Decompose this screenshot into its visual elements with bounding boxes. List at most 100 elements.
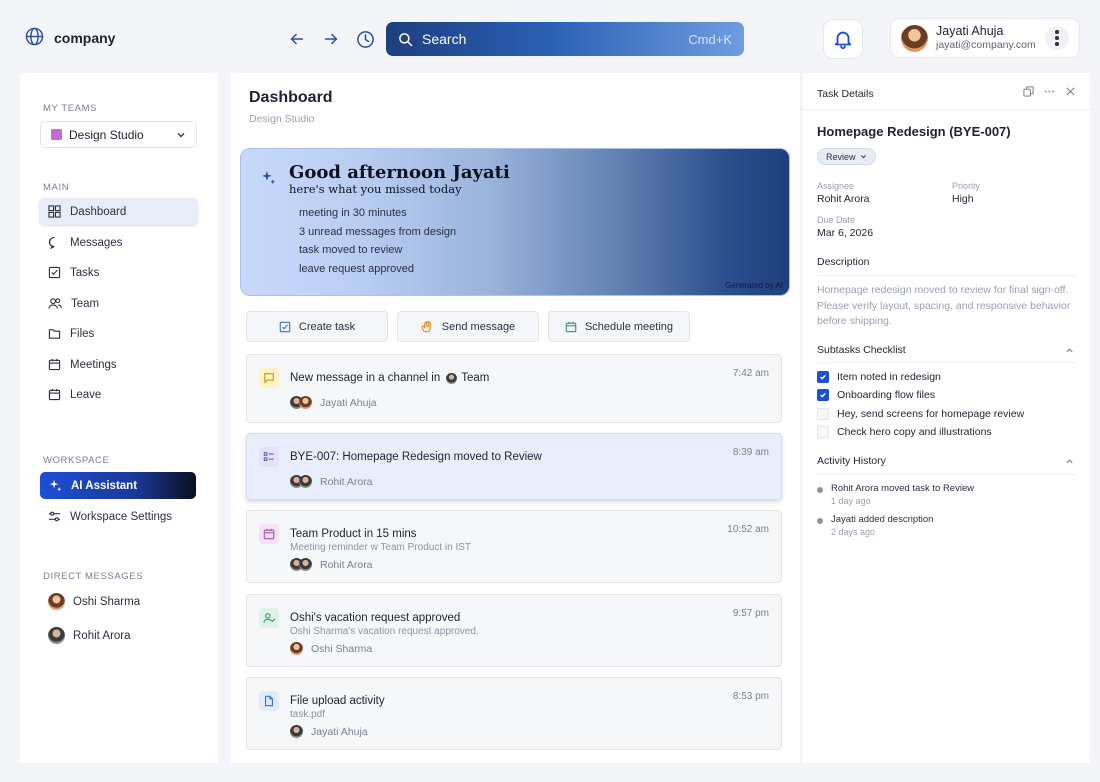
subtask-item[interactable]: Hey, send screens for homepage review (817, 408, 1024, 420)
workspace-label: WORKSPACE (43, 455, 110, 466)
card-time: 10:52 am (727, 524, 769, 535)
due-date-value: Mar 6, 2026 (817, 227, 874, 239)
my-teams-label: MY TEAMS (43, 103, 98, 114)
sidebar-item-leave[interactable]: Leave (39, 381, 198, 408)
activity-time: 2 days ago (831, 527, 876, 537)
task-details-panel: Task Details Homepage Redesign (BYE-007)… (801, 73, 1091, 763)
card-time: 8:53 pm (732, 691, 769, 702)
card-subtitle: Meeting reminder w Team Product in IST (290, 542, 472, 553)
subtask-item[interactable]: Onboarding flow files (817, 389, 935, 401)
copy-icon[interactable] (1023, 86, 1034, 97)
sidebar-item-dashboard[interactable]: Dashboard (39, 198, 198, 225)
user-menu[interactable]: Jayati Ahuja jayati@company.com (890, 18, 1080, 58)
calendar-icon (48, 388, 61, 401)
main-content: Dashboard Design Studio Good afternoon J… (231, 73, 800, 763)
card-footer: Rohit Arora (290, 475, 373, 488)
notifications-button[interactable] (823, 19, 863, 59)
bell-icon (834, 31, 852, 50)
avatar (299, 475, 312, 488)
sparkle-icon (262, 171, 276, 185)
schedule-meeting-button[interactable]: Schedule meeting (548, 311, 690, 342)
sidebar-item-label: Files (70, 327, 95, 340)
sidebar-item-files[interactable]: Files (39, 320, 198, 347)
activity-card[interactable]: Oshi's vacation request approved Oshi Sh… (246, 594, 782, 667)
sidebar-item-meetings[interactable]: Meetings (39, 351, 198, 378)
generated-tag: Generated by AI (725, 281, 783, 290)
divider (802, 109, 1091, 110)
sidebar-item-team[interactable]: Team (39, 290, 198, 317)
card-person: Jayati Ahuja (311, 725, 368, 738)
more-horizontal-icon[interactable] (1044, 86, 1055, 97)
card-subtitle: Oshi Sharma's vacation request approved. (290, 626, 479, 637)
team-select[interactable]: Design Studio (40, 121, 197, 148)
forward-button[interactable] (320, 28, 342, 50)
activity-dot (817, 518, 823, 524)
checkbox-icon (279, 321, 291, 332)
avatar (299, 558, 312, 571)
activity-dot (817, 487, 823, 493)
sidebar-item-ai-assistant[interactable]: AI Assistant (40, 472, 196, 499)
card-footer: Oshi Sharma (290, 642, 372, 655)
dm-item[interactable]: Rohit Arora (48, 627, 131, 644)
more-vertical-icon[interactable] (1045, 26, 1069, 50)
sparkle-icon (49, 479, 62, 492)
task-title: Homepage Redesign (BYE-007) (817, 124, 1011, 139)
back-button[interactable] (286, 28, 308, 50)
send-message-button[interactable]: Send message (397, 311, 539, 342)
globe-icon (25, 27, 44, 49)
summary-item: 3 unread messages from design (299, 225, 457, 238)
search-bar[interactable]: Search Cmd+K (386, 22, 744, 56)
sidebar-item-workspace-settings[interactable]: Workspace Settings (39, 503, 198, 530)
subtask-item[interactable]: Item noted in redesign (817, 371, 941, 383)
activity-card[interactable]: Team Product in 15 mins Meeting reminder… (246, 510, 782, 583)
subtasks-heading: Subtasks Checklist (817, 344, 906, 356)
card-time: 9:57 pm (732, 608, 769, 619)
avatar (299, 396, 312, 409)
button-label: Schedule meeting (584, 320, 674, 333)
chevron-up-icon[interactable] (1065, 457, 1074, 466)
settings-icon (48, 511, 61, 522)
subtask-label: Hey, send screens for homepage review (837, 408, 1025, 420)
chevron-down-icon (860, 155, 866, 159)
chevron-up-icon[interactable] (1065, 346, 1074, 355)
chevron-down-icon (177, 132, 185, 137)
description-heading: Description (817, 256, 870, 268)
assignee-label: Assignee (817, 181, 855, 191)
arrow-right-icon (324, 33, 338, 45)
brand[interactable]: company (25, 27, 115, 49)
user-check-icon (259, 608, 279, 628)
card-footer: Jayati Ahuja (290, 396, 377, 409)
close-icon[interactable] (1065, 86, 1076, 97)
search-shortcut: Cmd+K (688, 31, 732, 47)
status-select[interactable]: Review (817, 148, 876, 165)
card-person: Oshi Sharma (311, 642, 373, 655)
history-button[interactable] (354, 28, 376, 50)
main-label: MAIN (43, 182, 70, 193)
activity-card[interactable]: New message in a channel in Team 7:42 am… (246, 354, 782, 423)
dm-item[interactable]: Oshi Sharma (48, 593, 140, 610)
checkbox[interactable] (817, 389, 829, 401)
card-time: 7:42 am (732, 368, 769, 379)
checkbox[interactable] (817, 371, 829, 383)
activity-card[interactable]: BYE-007: Homepage Redesign moved to Revi… (246, 433, 782, 500)
calendar-icon (259, 524, 279, 544)
checkbox[interactable] (817, 426, 829, 438)
create-task-button[interactable]: Create task (246, 311, 388, 342)
activity-card[interactable]: File upload activity task.pdf 8:53 pm Ja… (246, 677, 782, 750)
message-icon (48, 236, 55, 249)
divider (817, 275, 1075, 276)
dm-name: Rohit Arora (73, 629, 131, 642)
hand-icon (421, 320, 431, 333)
avatar (290, 642, 303, 655)
sidebar-item-tasks[interactable]: Tasks (39, 259, 198, 286)
greeting-subtitle: here's what you missed today (289, 182, 462, 196)
card-person: Rohit Arora (320, 475, 373, 488)
subtask-item[interactable]: Check hero copy and illustrations (817, 426, 992, 438)
sidebar-item-label: Tasks (70, 266, 100, 279)
sidebar-item-label: Leave (70, 388, 102, 401)
card-title: BYE-007: Homepage Redesign moved to Revi… (290, 451, 542, 463)
subtask-label: Check hero copy and illustrations (837, 426, 992, 438)
sidebar-item-messages[interactable]: Messages (39, 229, 198, 256)
card-time: 8:39 am (732, 447, 769, 458)
checkbox[interactable] (817, 408, 829, 420)
